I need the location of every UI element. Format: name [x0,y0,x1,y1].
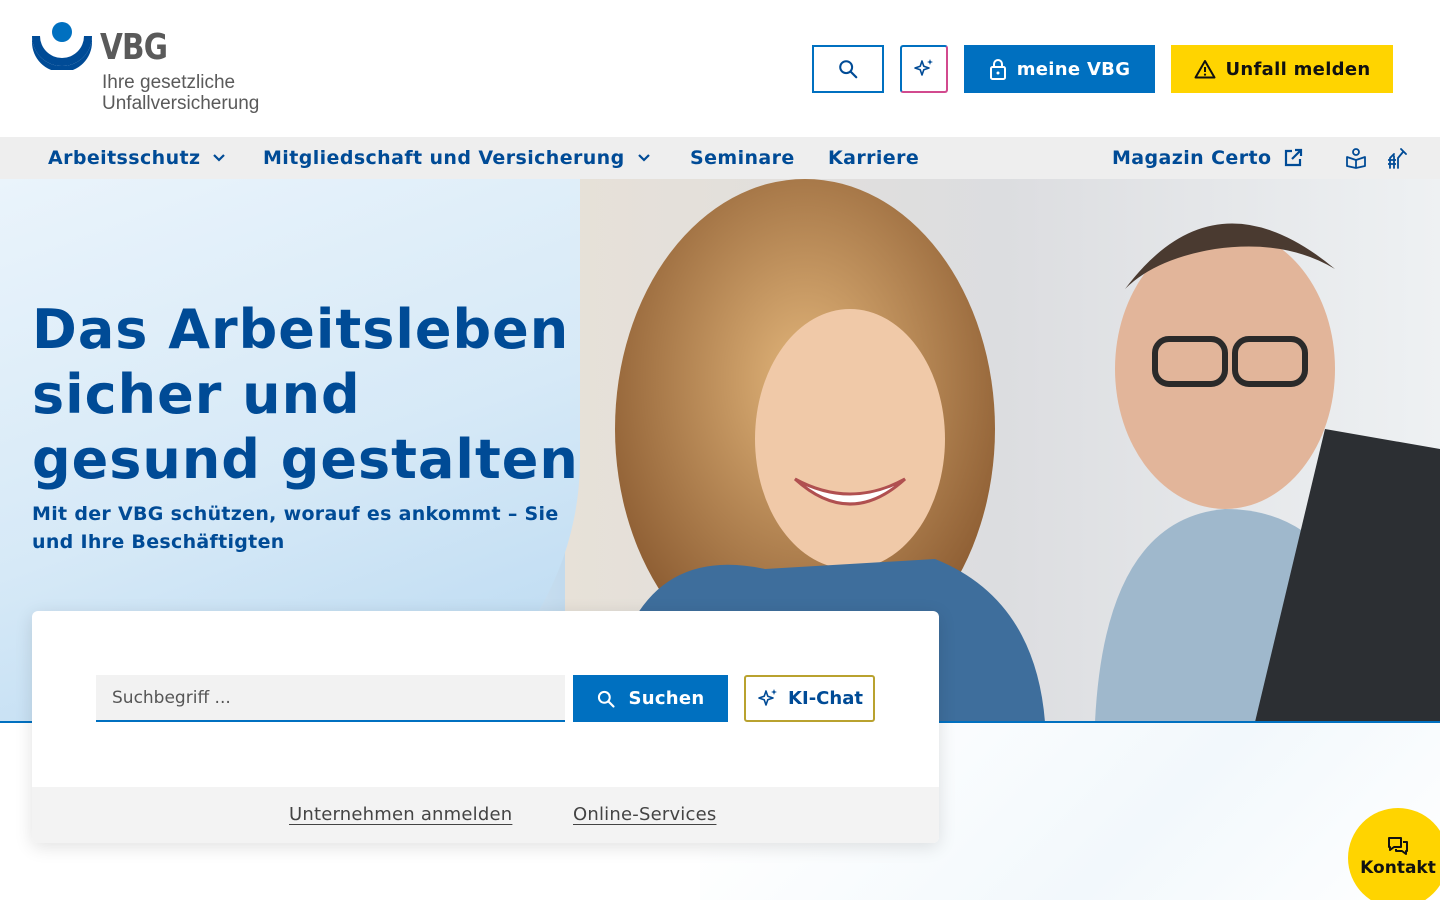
nav-item-label: Arbeitsschutz [48,147,201,169]
nav-item-karriere[interactable]: Karriere [828,137,919,179]
external-link-icon [1285,148,1303,167]
unternehmen-anmelden-link[interactable]: Unternehmen anmelden [289,804,512,825]
site-header: VBG Ihre gesetzliche Unfallversicherung … [0,0,1440,137]
logo-tagline-line1: Ihre gesetzliche [102,72,236,93]
online-services-link[interactable]: Online-Services [573,804,716,825]
warning-icon [1194,60,1216,79]
lock-icon [989,59,1006,80]
ki-chat-button[interactable]: KI-Chat [744,675,875,722]
logo-tagline-line2: Unfallversicherung [102,93,260,114]
logo-brand: VBG [100,27,168,68]
nav-item-mitgliedschaft[interactable]: Mitgliedschaft und Versicherung [263,137,651,179]
hero-title-line3: gesund gestalten [32,428,579,491]
logo-tagline: Ihre gesetzliche Unfallversicherung [102,72,259,114]
nav-item-label: Karriere [828,147,920,169]
nav-item-label: Seminare [690,147,795,169]
kontakt-button[interactable]: Kontakt [1348,808,1440,900]
unfall-melden-label: Unfall melden [1225,58,1371,80]
sparkle-icon [758,688,778,706]
chevron-down-icon [637,154,650,162]
meine-vbg-button[interactable]: meine VBG [964,45,1155,93]
nav-item-arbeitsschutz[interactable]: Arbeitsschutz [48,137,226,179]
hero-title-line1: Das Arbeitsleben [32,298,570,361]
kontakt-label: Kontakt [1360,858,1436,878]
header-ai-button[interactable] [900,45,948,93]
hero-subtitle-line2: und Ihre Beschäftigten [32,531,285,553]
header-search-button[interactable] [812,45,884,93]
vbg-logo-mark [32,22,92,70]
ki-chat-label: KI-Chat [788,688,863,709]
chevron-down-icon [213,154,226,162]
search-submit-label: Suchen [628,688,705,709]
easy-language-icon[interactable] [1344,146,1368,170]
search-card-footer: Unternehmen anmelden Online-Services [32,787,939,843]
sparkle-icon [914,59,933,76]
chat-bubbles-icon [1388,837,1408,855]
search-icon [839,60,858,79]
search-submit-button[interactable]: Suchen [573,675,728,722]
unfall-melden-button[interactable]: Unfall melden [1171,45,1393,93]
search-icon [598,690,616,708]
search-input[interactable] [96,675,565,722]
nav-item-seminare[interactable]: Seminare [690,137,795,179]
hero-title-line2: sicher und [32,363,361,426]
hero-subtitle-line1: Mit der VBG schützen, worauf es ankommt … [32,503,559,525]
nav-item-label: Mitgliedschaft und Versicherung [263,147,625,169]
meine-vbg-label: meine VBG [1016,58,1131,80]
hero-title: Das Arbeitsleben sicher und gesund gesta… [32,297,592,492]
hero-subtitle: Mit der VBG schützen, worauf es ankommt … [32,500,592,556]
vbg-logo[interactable]: VBG Ihre gesetzliche Unfallversicherung [30,22,270,122]
sign-language-icon[interactable] [1385,146,1409,170]
main-navigation: Arbeitsschutz Mitgliedschaft und Versich… [0,137,1440,179]
nav-item-magazin-certo[interactable]: Magazin Certo [1112,137,1303,179]
nav-item-label: Magazin Certo [1112,147,1272,169]
search-card: Suchen KI-Chat Unternehmen anmelden Onli… [32,611,939,843]
